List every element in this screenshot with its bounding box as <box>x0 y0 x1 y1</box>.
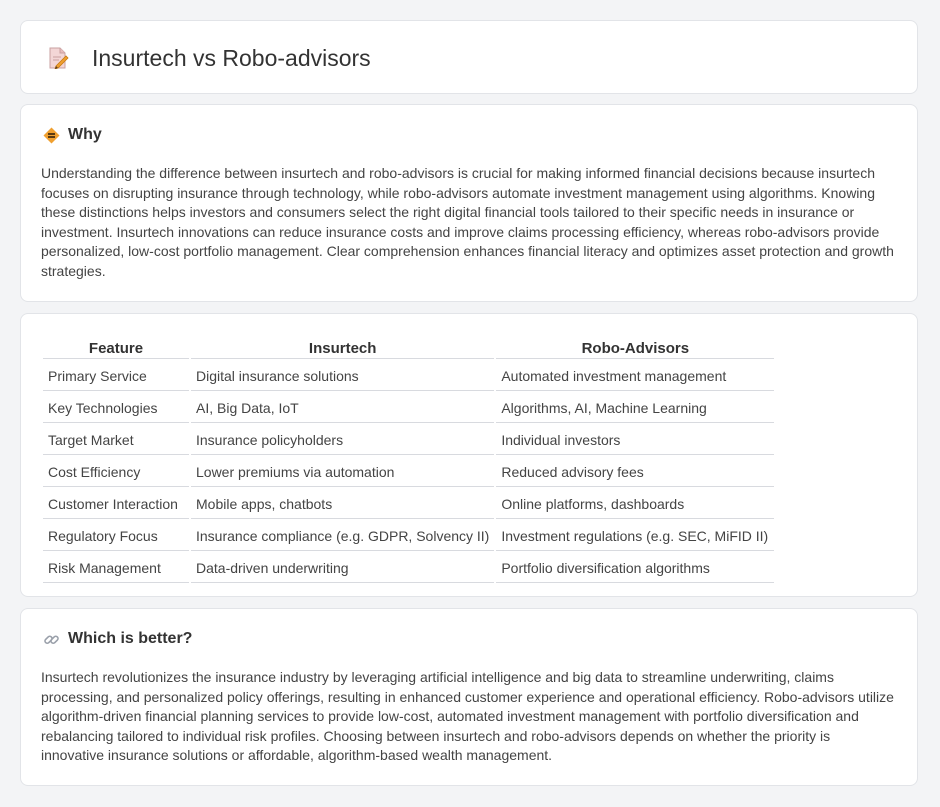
document-pencil-icon <box>47 47 69 70</box>
link-icon <box>43 631 60 648</box>
table-row: Regulatory Focus Insurance compliance (e… <box>43 521 775 551</box>
table-cell: Target Market <box>43 425 189 455</box>
table-cell: Online platforms, dashboards <box>496 489 775 519</box>
table-cell: Lower premiums via automation <box>191 457 495 487</box>
header-card: Insurtech vs Robo-advisors <box>20 20 918 94</box>
table-cell: Investment regulations (e.g. SEC, MiFID … <box>496 521 775 551</box>
why-section: Why Understanding the difference between… <box>20 104 918 302</box>
table-cell: Mobile apps, chatbots <box>191 489 495 519</box>
diamond-warning-icon <box>43 127 60 144</box>
table-cell: Insurance policyholders <box>191 425 495 455</box>
table-cell: Automated investment management <box>496 361 775 391</box>
table-row: Key Technologies AI, Big Data, IoT Algor… <box>43 393 775 423</box>
page-title: Insurtech vs Robo-advisors <box>92 45 371 71</box>
table-cell: Digital insurance solutions <box>191 361 495 391</box>
comparison-table: Feature Insurtech Robo-Advisors Primary … <box>41 334 776 585</box>
column-header-insurtech: Insurtech <box>191 336 495 359</box>
table-header-row: Feature Insurtech Robo-Advisors <box>43 336 775 359</box>
table-cell: Insurance compliance (e.g. GDPR, Solvenc… <box>191 521 495 551</box>
table-cell: Regulatory Focus <box>43 521 189 551</box>
column-header-feature: Feature <box>43 336 189 359</box>
table-cell: Risk Management <box>43 553 189 583</box>
table-cell: Algorithms, AI, Machine Learning <box>496 393 775 423</box>
table-cell: Reduced advisory fees <box>496 457 775 487</box>
which-is-better-section: Which is better? Insurtech revolutionize… <box>20 608 918 786</box>
why-title: Why <box>68 126 102 143</box>
table-row: Customer Interaction Mobile apps, chatbo… <box>43 489 775 519</box>
table-cell: Customer Interaction <box>43 489 189 519</box>
better-title: Which is better? <box>68 630 193 647</box>
comparison-section: Feature Insurtech Robo-Advisors Primary … <box>20 313 918 597</box>
table-cell: Individual investors <box>496 425 775 455</box>
table-row: Cost Efficiency Lower premiums via autom… <box>43 457 775 487</box>
table-cell: Data-driven underwriting <box>191 553 495 583</box>
better-body: Insurtech revolutionizes the insurance i… <box>41 669 894 763</box>
table-row: Risk Management Data-driven underwriting… <box>43 553 775 583</box>
table-cell: AI, Big Data, IoT <box>191 393 495 423</box>
column-header-robo-advisors: Robo-Advisors <box>496 336 775 359</box>
table-cell: Portfolio diversification algorithms <box>496 553 775 583</box>
better-heading: Which is better? <box>43 629 192 649</box>
table-cell: Key Technologies <box>43 393 189 423</box>
table-row: Target Market Insurance policyholders In… <box>43 425 775 455</box>
table-cell: Primary Service <box>43 361 189 391</box>
table-cell: Cost Efficiency <box>43 457 189 487</box>
table-row: Primary Service Digital insurance soluti… <box>43 361 775 391</box>
why-heading: Why <box>43 125 102 145</box>
why-body: Understanding the difference between ins… <box>41 165 894 279</box>
